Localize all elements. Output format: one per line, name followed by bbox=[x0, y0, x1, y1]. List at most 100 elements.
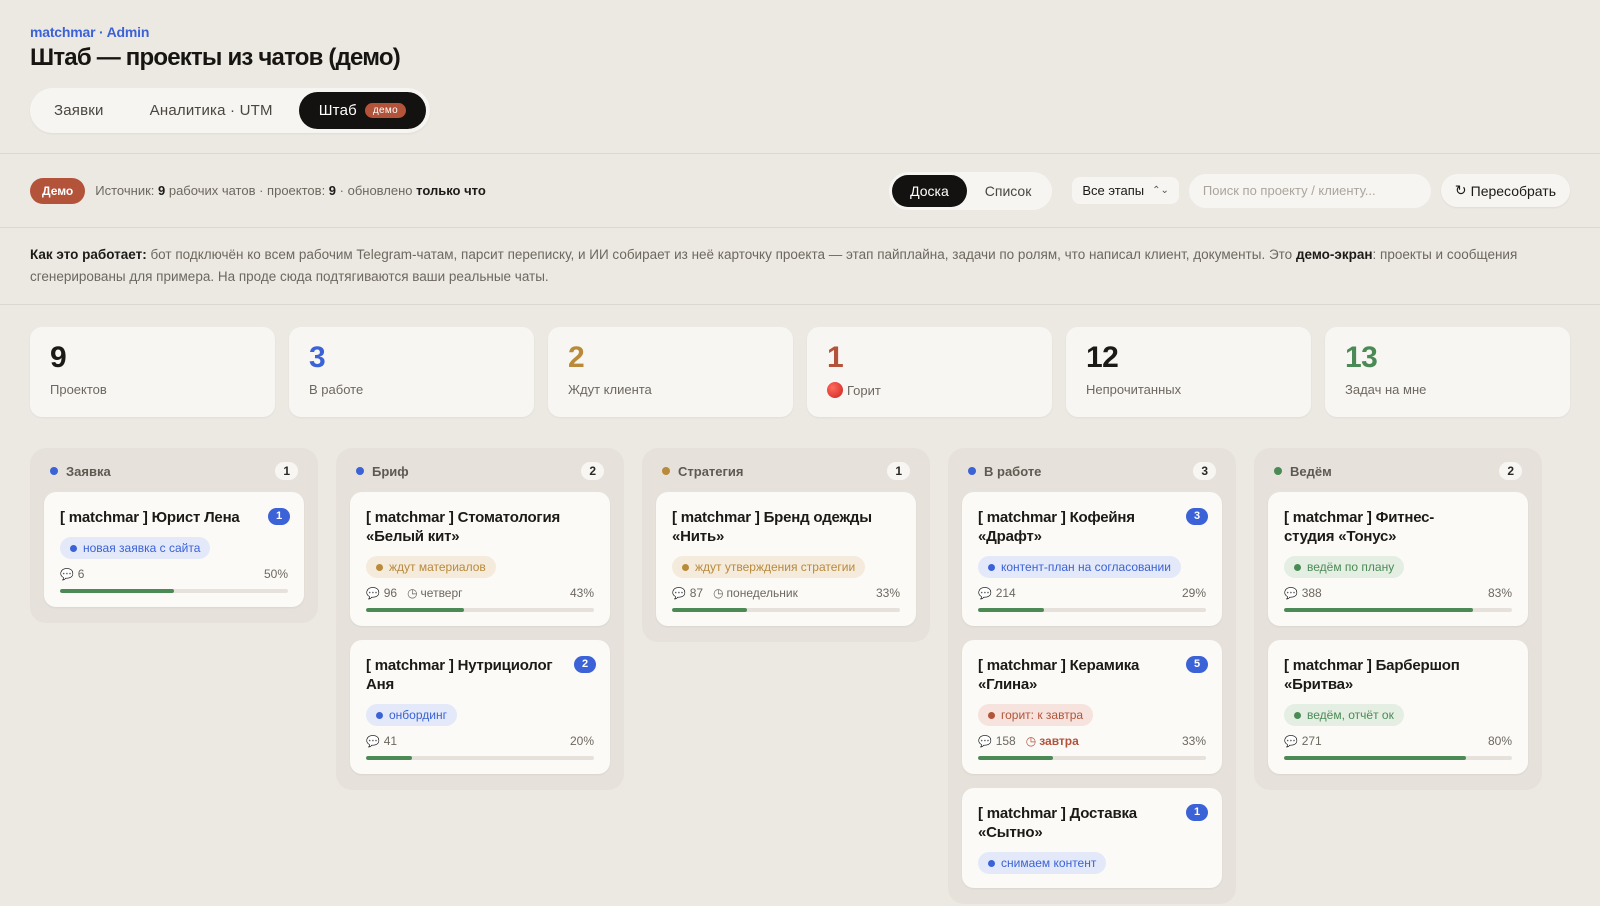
progress-bar bbox=[1284, 756, 1512, 760]
project-card[interactable]: [ matchmar ] Юрист Лена 1 новая заявка с с… bbox=[44, 492, 304, 607]
project-card[interactable]: [ matchmar ] Нутрициолог Аня 2 онбординг 💬 4… bbox=[350, 640, 610, 774]
source-status: Источник: 9 рабочих чатов · проектов: 9 … bbox=[95, 183, 486, 198]
stat-label: Проектов bbox=[50, 382, 107, 397]
updown-chevron-icon: ⌃⌄ bbox=[1152, 185, 1169, 196]
card-meta: 💬 158 ◷ завтра 33% bbox=[978, 734, 1206, 748]
card-meta: 💬 388 83% bbox=[1284, 586, 1512, 600]
red-circle-icon bbox=[827, 382, 843, 398]
view-board-button[interactable]: Доска bbox=[892, 174, 967, 207]
status-tag: ведём, отчёт ок bbox=[1284, 704, 1404, 726]
speech-bubble-icon: 💬 bbox=[978, 735, 992, 748]
progress-bar-fill bbox=[1284, 756, 1467, 760]
message-count: 💬 6 bbox=[60, 567, 84, 581]
status-tag: снимаем контент bbox=[978, 852, 1107, 874]
progress-bar-fill bbox=[366, 608, 465, 612]
status-tag-label: ведём, отчёт ок bbox=[1307, 708, 1394, 722]
card-meta: 💬 6 50% bbox=[60, 567, 288, 581]
progress-bar-fill bbox=[366, 756, 412, 760]
stat-in-progress[interactable]: 3 В работе bbox=[289, 327, 534, 417]
stat-unread[interactable]: 12 Непрочитанных bbox=[1066, 327, 1311, 417]
unread-count-badge: 1 bbox=[1186, 804, 1208, 821]
tab-analytics-utm[interactable]: Аналитика · UTM bbox=[130, 92, 293, 129]
status-dot-icon bbox=[376, 563, 383, 571]
column-title: Бриф bbox=[356, 464, 409, 479]
progress-bar bbox=[978, 608, 1206, 612]
page-header: matchmar · Admin Штаб — проекты из чатов… bbox=[0, 0, 1600, 133]
status-tag-label: новая заявка с сайта bbox=[83, 541, 201, 555]
due-date-value: четверг bbox=[420, 586, 463, 600]
stat-value: 9 bbox=[50, 341, 67, 374]
progress-bar bbox=[978, 756, 1206, 760]
kanban-board: Заявка 1 [ matchmar ] Юрист Лена 1 новая зая… bbox=[30, 448, 1542, 904]
stat-label: Задач на мне bbox=[1345, 382, 1427, 397]
message-count: 💬 87 bbox=[672, 586, 703, 600]
card-meta: 💬 87 ◷ понедельник 33% bbox=[672, 586, 900, 600]
tab-headquarters[interactable]: Штаб демо bbox=[298, 92, 426, 129]
unread-count-badge: 3 bbox=[1186, 508, 1208, 525]
tab-requests[interactable]: Заявки bbox=[34, 92, 124, 129]
stat-projects[interactable]: 9 Проектов bbox=[30, 327, 275, 417]
project-card[interactable]: [ matchmar ] Доставка «Сытно» 1 снимаем ко… bbox=[962, 788, 1222, 888]
message-count: 💬 96 bbox=[366, 586, 397, 600]
column-title: Ведём bbox=[1274, 464, 1332, 479]
speech-bubble-icon: 💬 bbox=[672, 587, 686, 600]
column-count-badge: 2 bbox=[581, 462, 604, 480]
stage-filter-select[interactable]: Все этапы ⌃⌄ bbox=[1072, 177, 1179, 204]
card-meta: 💬 214 29% bbox=[978, 586, 1206, 600]
message-count: 💬 158 bbox=[978, 734, 1016, 748]
status-tag-label: ждут материалов bbox=[389, 560, 486, 574]
project-title: [ matchmar ] Доставка «Сытно» bbox=[978, 805, 1137, 841]
kanban-column: В работе 3 [ matchmar ] Кофейня «Драфт» 3 ко… bbox=[948, 448, 1236, 904]
status-tag: контент-план на согласовании bbox=[978, 556, 1181, 578]
status-tag: ждут утверждения стратегии bbox=[672, 556, 866, 578]
message-count-value: 6 bbox=[77, 567, 85, 581]
rebuild-button[interactable]: ↻ Пересобрать bbox=[1440, 174, 1570, 207]
stat-label: В работе bbox=[309, 382, 364, 397]
status-tag: ждут материалов bbox=[366, 556, 496, 578]
card-meta: 💬 41 20% bbox=[366, 734, 594, 748]
speech-bubble-icon: 💬 bbox=[978, 587, 992, 600]
projects-count: 9 bbox=[328, 183, 337, 198]
column-count-badge: 1 bbox=[887, 462, 910, 480]
stat-label: Горит bbox=[847, 382, 881, 398]
status-dot-icon bbox=[682, 563, 689, 571]
project-card[interactable]: [ matchmar ] Керамика «Глина» 5 горит: к з… bbox=[962, 640, 1222, 774]
search-input[interactable] bbox=[1188, 173, 1431, 208]
progress-bar-fill bbox=[978, 756, 1054, 760]
column-title: Стратегия bbox=[662, 464, 744, 479]
progress-bar bbox=[366, 608, 594, 612]
project-card[interactable]: [ matchmar ] Барбершоп «Бритва» ведём, от… bbox=[1268, 640, 1528, 774]
project-title: [ matchmar ] Кофейня «Драфт» bbox=[978, 509, 1135, 545]
progress-percent: 80% bbox=[1487, 734, 1512, 748]
column-title-label: В работе bbox=[984, 463, 1042, 479]
project-card[interactable]: [ matchmar ] Фитнес-студия «Тонус» ведём … bbox=[1268, 492, 1528, 626]
message-count: 💬 214 bbox=[978, 586, 1016, 600]
message-count-value: 388 bbox=[1301, 586, 1322, 600]
project-card[interactable]: [ matchmar ] Кофейня «Драфт» 3 контент-пла… bbox=[962, 492, 1222, 626]
project-card[interactable]: [ matchmar ] Стоматология «Белый кит» жду… bbox=[350, 492, 610, 626]
stat-my-tasks[interactable]: 13 Задач на мне bbox=[1325, 327, 1570, 417]
view-list-button[interactable]: Список bbox=[967, 175, 1050, 207]
unread-count-badge: 1 bbox=[268, 508, 290, 525]
status-tag: онбординг bbox=[366, 704, 457, 726]
column-count-badge: 1 bbox=[275, 462, 298, 480]
project-title: [ matchmar ] Бренд одежды «Нить» bbox=[672, 509, 872, 545]
demo-badge: демо bbox=[364, 103, 406, 118]
project-card[interactable]: [ matchmar ] Бренд одежды «Нить» ждут утв… bbox=[656, 492, 916, 626]
source-prefix: Источник: bbox=[95, 183, 158, 198]
due-date-value: понедельник bbox=[726, 586, 798, 600]
kanban-column: Ведём 2 [ matchmar ] Фитнес-студия «Тонус»… bbox=[1254, 448, 1542, 790]
info-bold-demo: демо-экран bbox=[1295, 247, 1373, 262]
kanban-column: Стратегия 1 [ matchmar ] Бренд одежды «Нит… bbox=[642, 448, 930, 642]
column-count-badge: 3 bbox=[1193, 462, 1216, 480]
stage-dot-icon bbox=[662, 467, 670, 475]
brand-breadcrumb[interactable]: matchmar · Admin bbox=[30, 24, 1570, 40]
stage-dot-icon bbox=[1274, 467, 1282, 475]
progress-percent: 83% bbox=[1487, 586, 1512, 600]
rebuild-label: Пересобрать bbox=[1470, 182, 1556, 199]
status-tag-label: горит: к завтра bbox=[1001, 708, 1084, 722]
stat-burning[interactable]: 1 Горит bbox=[807, 327, 1052, 417]
column-title-label: Бриф bbox=[372, 463, 409, 479]
stat-waiting-client[interactable]: 2 Ждут клиента bbox=[548, 327, 793, 417]
speech-bubble-icon: 💬 bbox=[60, 568, 74, 581]
